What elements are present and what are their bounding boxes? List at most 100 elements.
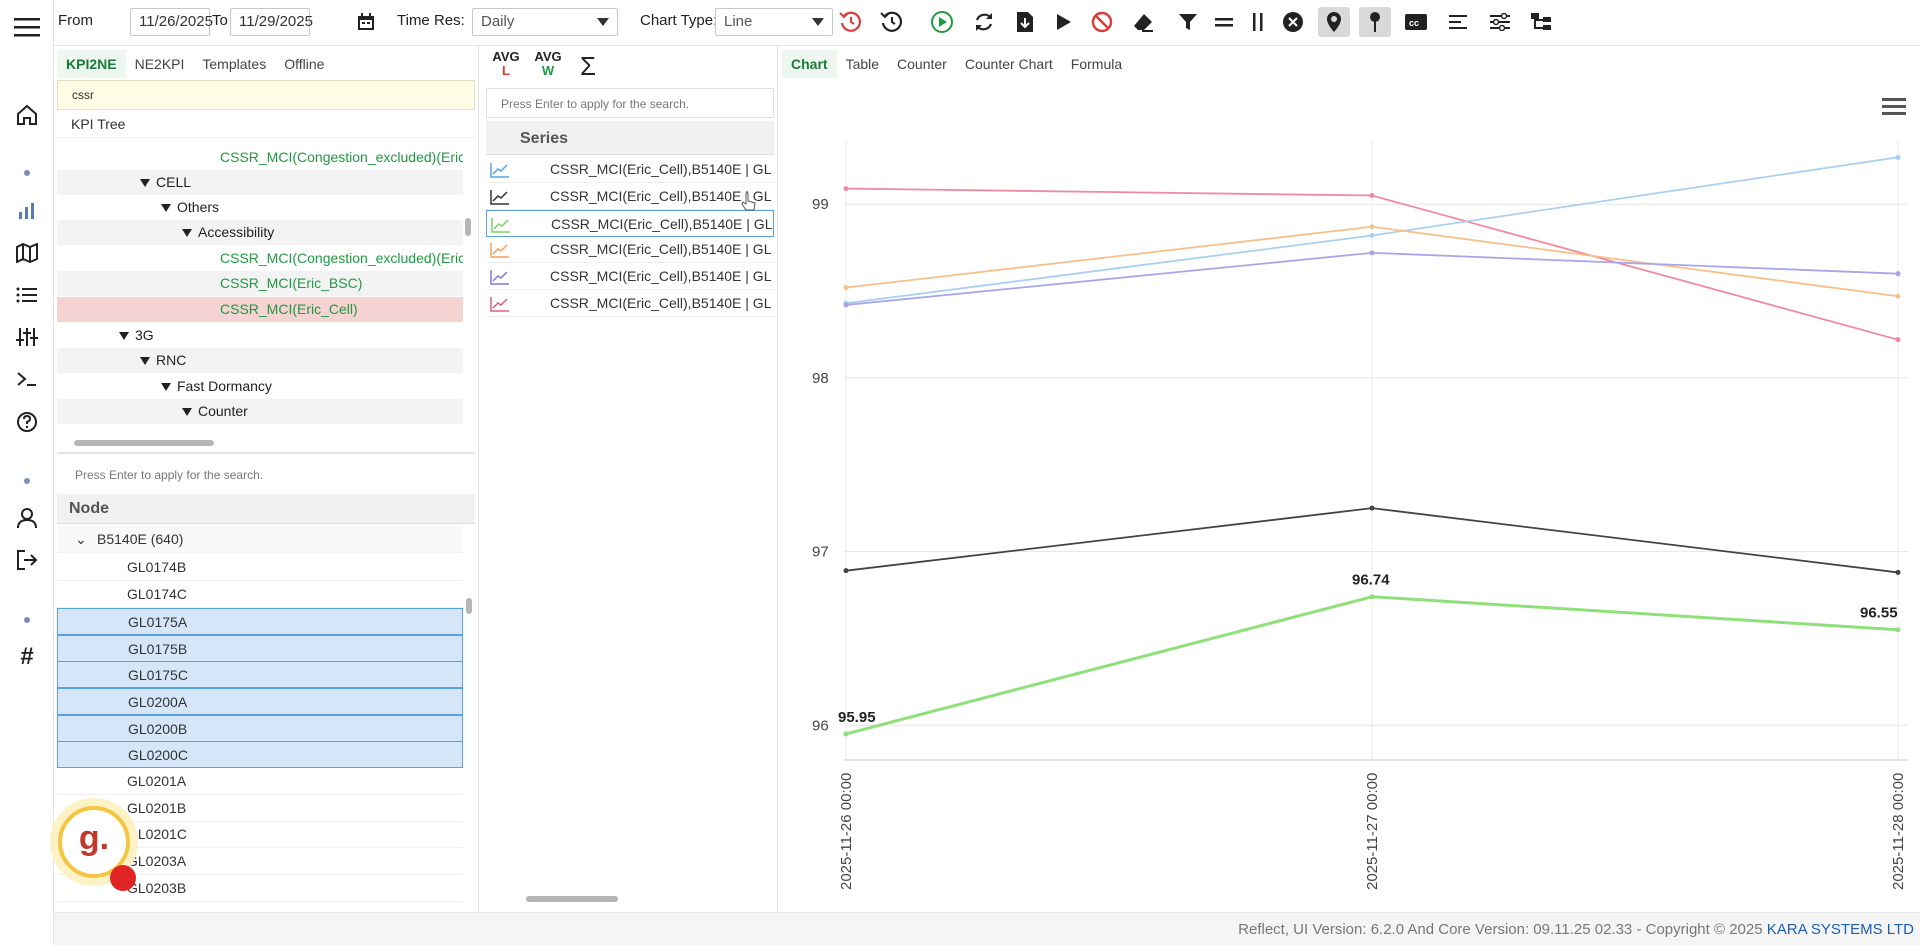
from-date-input[interactable]: 11/26/2025 [130, 8, 213, 36]
tree-item[interactable]: RNC [57, 348, 463, 373]
tree-item[interactable]: 3G [57, 323, 463, 348]
history-icon[interactable] [876, 7, 908, 37]
series-row[interactable]: CSSR_MCI(Eric_Cell),B5140E | GL [486, 156, 774, 183]
home-icon[interactable] [10, 98, 44, 132]
brand-link[interactable]: KARA SYSTEMS LTD [1767, 921, 1914, 938]
tree-item[interactable]: CELL [57, 170, 463, 195]
series-row[interactable]: CSSR_MCI(Eric_Cell),B5140E | GL [486, 290, 774, 317]
svg-text:cc: cc [1409, 18, 1419, 28]
line-chart-icon [490, 297, 509, 312]
list-icon[interactable] [10, 278, 44, 312]
history-red-icon[interactable] [835, 7, 867, 37]
node-row[interactable]: GL0201A [57, 768, 463, 795]
refresh-icon[interactable] [968, 7, 1000, 37]
tree-item[interactable]: Counter [57, 399, 463, 424]
tab-offline[interactable]: Offline [275, 50, 333, 78]
pushpin-icon[interactable] [1359, 7, 1391, 37]
terminal-icon[interactable] [10, 362, 44, 396]
equals-icon[interactable] [1208, 7, 1240, 37]
node-search-input[interactable]: Press Enter to apply for the search. [57, 460, 475, 490]
data-point [1895, 293, 1901, 299]
panel-splitter[interactable] [57, 452, 475, 454]
export-file-icon[interactable] [1009, 7, 1041, 37]
node-row-selected[interactable]: GL0175B [57, 635, 463, 662]
tab-kpi2ne[interactable]: KPI2NE [57, 50, 126, 78]
tree-item[interactable]: CSSR_MCI(Eric_BSC) [57, 271, 463, 296]
play-circle-icon[interactable] [926, 7, 958, 37]
logout-icon[interactable] [10, 543, 44, 577]
kpi-search-input[interactable]: cssr [57, 80, 475, 110]
node-row-selected[interactable]: GL0200C [57, 741, 463, 768]
hamburger-menu-icon[interactable] [10, 10, 44, 44]
node-row[interactable]: GL0174B [57, 554, 463, 581]
to-date-input[interactable]: 11/29/2025 [230, 8, 313, 36]
series-search-input[interactable]: Press Enter to apply for the search. [486, 88, 774, 118]
line-chart-icon [491, 218, 510, 233]
panel-divider [777, 46, 778, 912]
tree-scrollbar-h[interactable] [74, 440, 214, 446]
avg-w-button[interactable]: AVG W [530, 50, 566, 82]
node-scrollbar-v[interactable] [466, 598, 472, 614]
map-pin-icon[interactable] [1318, 7, 1350, 37]
sliders-icon[interactable] [10, 320, 44, 354]
tree-scrollbar-v[interactable] [465, 218, 471, 236]
series-row-focused[interactable]: CSSR_MCI(Eric_Cell),B5140E | GL [486, 210, 774, 237]
data-point [843, 731, 849, 737]
close-circle-icon[interactable] [1277, 7, 1309, 37]
tab-counter-chart[interactable]: Counter Chart [956, 50, 1062, 78]
closed-caption-icon[interactable]: cc [1400, 7, 1432, 37]
hash-icon[interactable]: # [10, 640, 44, 674]
sum-button[interactable]: Σ [580, 50, 608, 82]
tree-item[interactable]: Accessibility [57, 220, 463, 245]
series-row[interactable]: CSSR_MCI(Eric_Cell),B5140E | GL [486, 263, 774, 290]
user-icon[interactable] [10, 501, 44, 535]
stop-icon[interactable] [1086, 7, 1118, 37]
filter-icon[interactable] [1172, 7, 1204, 37]
chart-menu-icon[interactable] [1882, 98, 1906, 115]
align-left-icon[interactable] [1442, 7, 1474, 37]
map-icon[interactable] [10, 236, 44, 270]
tree-structure-icon[interactable] [1525, 7, 1557, 37]
node-row[interactable]: GL0174C [57, 581, 463, 608]
timeres-select[interactable]: Daily [472, 8, 618, 36]
node-row-selected[interactable]: GL0200A [57, 688, 463, 715]
help-icon[interactable] [10, 405, 44, 439]
tab-table[interactable]: Table [837, 50, 888, 78]
node-column-header: Node [57, 494, 475, 524]
node-row-selected[interactable]: GL0175A [57, 608, 463, 635]
series-column-header: Series [486, 121, 774, 155]
series-row[interactable]: CSSR_MCI(Eric_Cell),B5140E | GL [486, 183, 774, 210]
tree-item[interactable]: CSSR_MCI(Congestion_excluded)(Eric [57, 145, 463, 170]
line-chart-icon [490, 163, 509, 178]
tree-item[interactable]: CSSR_MCI(Congestion_excluded)(Eric [57, 246, 463, 271]
charttype-select[interactable]: Line [715, 8, 833, 36]
avg-l-button[interactable]: AVG L [488, 50, 524, 82]
chart-icon[interactable] [10, 193, 44, 227]
chevron-down-icon: ⌄ [75, 531, 87, 547]
eraser-icon[interactable] [1127, 7, 1159, 37]
tab-formula[interactable]: Formula [1062, 50, 1131, 78]
pause-bars-icon[interactable] [1242, 7, 1274, 37]
x-tick-label: 2025-11-27 00:00 [1364, 773, 1381, 890]
series-scrollbar-h[interactable] [526, 896, 618, 902]
tab-counter[interactable]: Counter [888, 50, 956, 78]
tab-ne2kpi[interactable]: NE2KPI [126, 50, 194, 78]
line-chart-icon [490, 270, 509, 285]
chevron-down-icon [597, 18, 609, 26]
panel-divider [478, 46, 479, 912]
node-row-selected[interactable]: GL0200B [57, 715, 463, 742]
node-row-selected[interactable]: GL0175C [57, 661, 463, 688]
tab-templates[interactable]: Templates [193, 50, 275, 78]
data-point [1895, 337, 1901, 343]
tree-item[interactable]: Others [57, 195, 463, 220]
tree-item-selected[interactable]: CSSR_MCI(Eric_Cell) [57, 297, 463, 322]
tab-chart[interactable]: Chart [782, 50, 837, 78]
node-group-row[interactable]: ⌄ B5140E (640) [57, 526, 463, 553]
settings-sliders-icon[interactable] [1484, 7, 1516, 37]
y-tick-label: 96 [812, 717, 829, 734]
play-icon[interactable] [1047, 7, 1079, 37]
tree-item[interactable]: Fast Dormancy [57, 374, 463, 399]
calendar-icon[interactable] [350, 7, 382, 37]
x-tick-label: 2025-11-26 00:00 [838, 773, 855, 890]
series-row[interactable]: CSSR_MCI(Eric_Cell),B5140E | GL [486, 236, 774, 263]
